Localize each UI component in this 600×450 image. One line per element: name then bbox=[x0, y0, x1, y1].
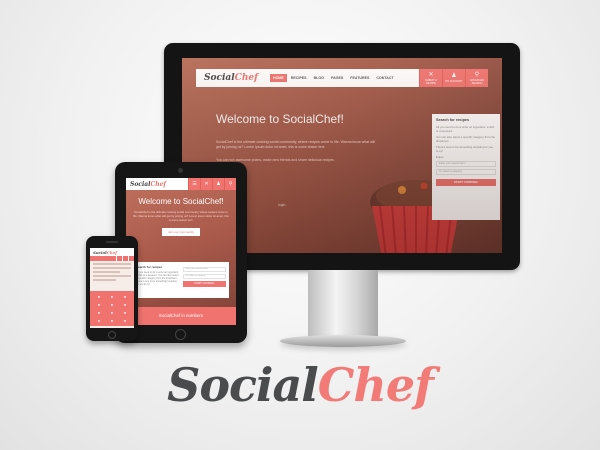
category-icon[interactable]: ● bbox=[106, 293, 118, 300]
user-icon[interactable]: ♟ bbox=[212, 178, 224, 190]
category-icon[interactable]: ● bbox=[93, 317, 105, 324]
tablet-screen: SocialChef ☰ ✕ ♟ ⚲ Welcome to SocialChef… bbox=[126, 178, 236, 325]
search-text-1: All you need to do is enter an ingredien… bbox=[436, 125, 495, 133]
hero-text-secondary: You can win awesome prizes, make new fri… bbox=[216, 158, 335, 162]
category-icon[interactable]: ● bbox=[119, 293, 131, 300]
nav-recipes[interactable]: RECIPES bbox=[288, 74, 310, 82]
close-icon[interactable]: ✕ bbox=[200, 178, 212, 190]
phone-logo-chef: Chef bbox=[106, 249, 117, 255]
nav-features[interactable]: FEATURES bbox=[347, 74, 372, 82]
login-link[interactable]: login bbox=[278, 203, 285, 207]
tablet-hero-text: SocialChef is the ultimate cooking socia… bbox=[133, 210, 229, 222]
advanced-search-button[interactable]: ⚲ ADVANCED SEARCH bbox=[465, 69, 488, 87]
phone-logo[interactable]: SocialChef bbox=[93, 250, 117, 255]
hero-text: SocialChef is the ultimate cooking socia… bbox=[216, 140, 375, 149]
phone-action[interactable] bbox=[128, 256, 134, 261]
desktop-logo[interactable]: SocialChef bbox=[204, 73, 258, 83]
category-icon[interactable]: ● bbox=[106, 317, 118, 324]
join-community-button[interactable]: Join our community bbox=[162, 228, 200, 236]
desktop-nav-buttons: ✕ SUBMIT A RECIPE ♟ MY ACCOUNT ⚲ ADVANCE… bbox=[419, 69, 488, 87]
logo-chef: Chef bbox=[234, 73, 258, 83]
search-heading: Search for recipes bbox=[436, 118, 470, 122]
menu-icon[interactable]: ☰ bbox=[188, 178, 200, 190]
category-icon[interactable]: ● bbox=[106, 301, 118, 308]
tablet-camera bbox=[178, 168, 183, 173]
recipe-search-widget: Search for recipes All you need to do is… bbox=[432, 114, 500, 220]
nav-contact[interactable]: CONTACT bbox=[373, 74, 396, 82]
monitor-base bbox=[280, 335, 406, 347]
close-icon: ✕ bbox=[428, 71, 434, 78]
monitor-stand bbox=[308, 270, 378, 340]
desktop-menu: HOME RECIPES BLOG PAGES FEATURES CONTACT bbox=[270, 74, 397, 82]
tablet-search-heading: Search for recipes bbox=[136, 265, 163, 269]
tablet-nav-buttons: ☰ ✕ ♟ ⚲ bbox=[188, 178, 236, 190]
search-input[interactable]: Enter your search term bbox=[436, 161, 496, 167]
phone-content bbox=[90, 261, 134, 285]
tablet-hero-title: Welcome to SocialChef! bbox=[138, 197, 224, 206]
tablet-logo[interactable]: SocialChef bbox=[130, 181, 166, 188]
tablet-home-button[interactable] bbox=[175, 329, 186, 340]
tablet-search-input[interactable]: Enter your search term bbox=[182, 267, 226, 272]
category-select[interactable]: Or select a category bbox=[436, 169, 496, 175]
nav-blog[interactable]: BLOG bbox=[311, 74, 327, 82]
category-icon[interactable]: ● bbox=[119, 301, 131, 308]
logo-social: Social bbox=[204, 73, 235, 83]
numbers-banner: SocialChef in numbers bbox=[126, 307, 236, 325]
search-icon[interactable]: ⚲ bbox=[224, 178, 236, 190]
socialchef-brand-logo: SocialChef bbox=[0, 358, 600, 412]
user-icon: ♟ bbox=[451, 73, 457, 79]
my-account-button[interactable]: ♟ MY ACCOUNT bbox=[442, 69, 465, 87]
nav-pages[interactable]: PAGES bbox=[328, 74, 346, 82]
tablet-logo-chef: Chef bbox=[150, 180, 166, 188]
tablet-category-select[interactable]: Or select a category bbox=[182, 274, 226, 279]
search-text-2: You can also select a specific category … bbox=[436, 135, 495, 143]
advanced-search-label: ADVANCED SEARCH bbox=[469, 78, 485, 85]
search-text-3: There's sure to be something tempting fo… bbox=[436, 145, 493, 153]
desktop-navbar: SocialChef HOME RECIPES BLOG PAGES FEATU… bbox=[196, 69, 488, 87]
brand-social: Social bbox=[167, 358, 319, 412]
category-icon[interactable]: ● bbox=[119, 309, 131, 316]
tablet-search-text: All you need to do is enter an ingredien… bbox=[136, 271, 179, 286]
phone-device: SocialChef ● ● ● ● ● ● ● ● ● ● ● ● bbox=[86, 236, 138, 341]
tablet-logo-social: Social bbox=[130, 180, 151, 188]
phone-home-button[interactable] bbox=[108, 331, 116, 339]
search-icon: ⚲ bbox=[474, 71, 480, 78]
submit-recipe-label: SUBMIT A RECIPE bbox=[424, 78, 438, 85]
category-icon[interactable]: ● bbox=[93, 301, 105, 308]
phone-logo-social: Social bbox=[93, 249, 107, 255]
hero-title: Welcome to SocialChef! bbox=[216, 112, 344, 126]
start-cooking-button[interactable]: START COOKING! bbox=[436, 179, 496, 186]
nav-home[interactable]: HOME bbox=[270, 74, 287, 82]
brand-chef: Chef bbox=[317, 358, 434, 412]
tablet-search-widget: Search for recipes All you need to do is… bbox=[133, 262, 229, 298]
phone-category-grid: ● ● ● ● ● ● ● ● ● ● ● ● bbox=[90, 291, 134, 326]
category-icon[interactable]: ● bbox=[93, 309, 105, 316]
category-icon[interactable]: ● bbox=[93, 293, 105, 300]
category-icon[interactable]: ● bbox=[106, 309, 118, 316]
submit-recipe-button[interactable]: ✕ SUBMIT A RECIPE bbox=[419, 69, 442, 87]
phone-navbar: SocialChef bbox=[90, 248, 134, 256]
tablet-navbar: SocialChef ☰ ✕ ♟ ⚲ bbox=[126, 178, 236, 190]
tablet-start-cooking-button[interactable]: START COOKING! bbox=[182, 281, 226, 287]
my-account-label: MY ACCOUNT bbox=[445, 80, 463, 83]
phone-screen: SocialChef ● ● ● ● ● ● ● ● ● ● ● ● bbox=[90, 248, 134, 328]
category-icon[interactable]: ● bbox=[119, 317, 131, 324]
phone-speaker bbox=[106, 241, 118, 243]
search-label: Enjoy! bbox=[436, 155, 444, 159]
